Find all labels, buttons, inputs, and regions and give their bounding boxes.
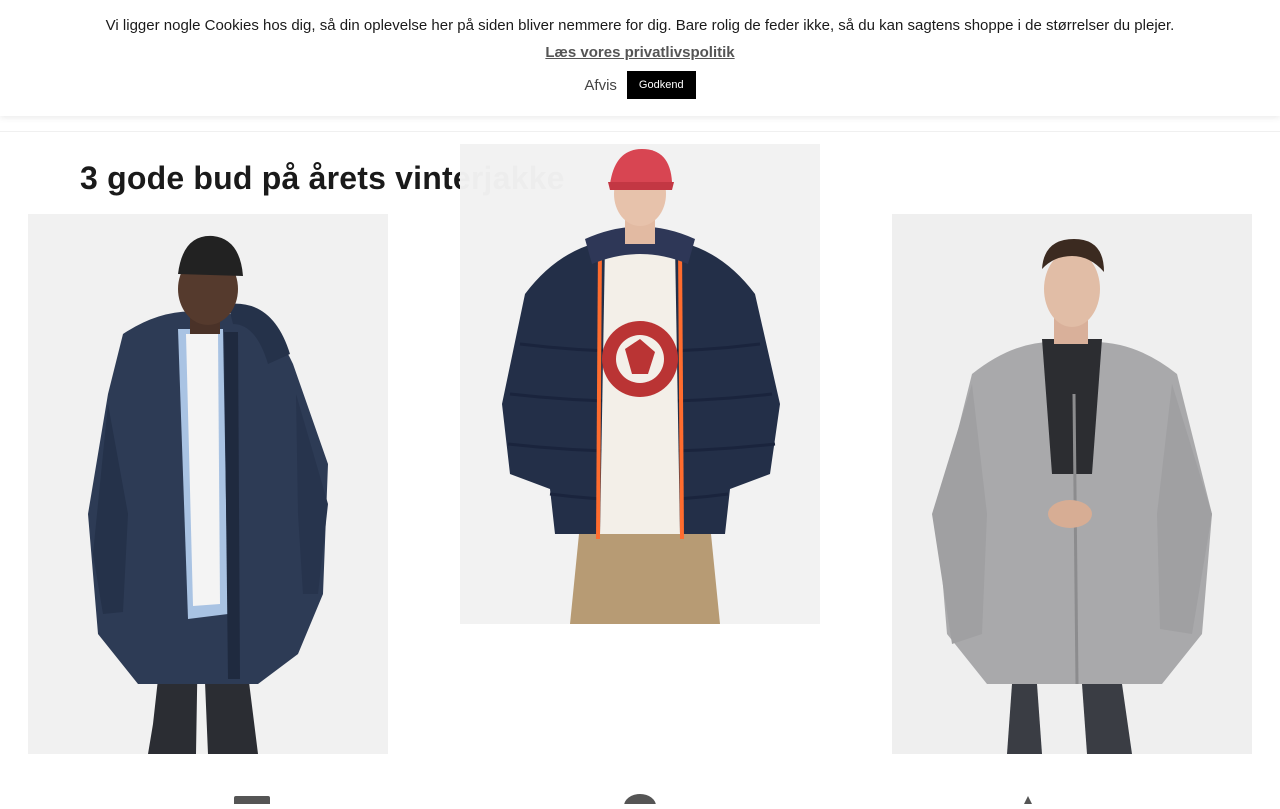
category-icon-bag[interactable] (234, 791, 270, 809)
header-divider (0, 131, 1280, 132)
product-image-wool-coat[interactable] (892, 214, 1252, 754)
parka-illustration (28, 214, 388, 754)
product-image-puffer[interactable] (460, 144, 820, 624)
pin-icon (1024, 796, 1032, 804)
wool-coat-illustration (892, 214, 1252, 754)
puffer-illustration (460, 144, 820, 624)
privacy-policy-link[interactable]: Læs vores privatlivspolitik (0, 44, 1280, 61)
circle-icon (624, 794, 656, 809)
category-icon-pin[interactable] (1018, 791, 1038, 809)
decline-button[interactable]: Afvis (584, 75, 617, 96)
bag-icon (234, 796, 270, 806)
category-icon-circle[interactable] (622, 791, 658, 809)
accept-button[interactable]: Godkend (626, 71, 696, 99)
product-image-parka[interactable] (28, 214, 388, 754)
cookie-message: Vi ligger nogle Cookies hos dig, så din … (105, 17, 1175, 34)
cookie-actions: Afvis Godkend (0, 71, 1280, 99)
cookie-banner: Vi ligger nogle Cookies hos dig, så din … (0, 0, 1280, 116)
